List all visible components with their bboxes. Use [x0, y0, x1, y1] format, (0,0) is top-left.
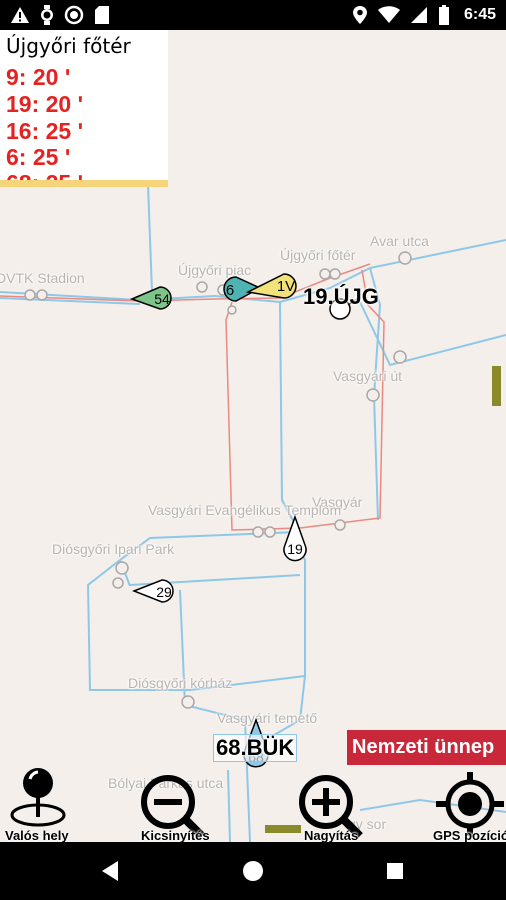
departure-item: 9: 20 ʹ [6, 64, 71, 90]
map-label-vasgyari-evangelikus: Vasgyári Evangélikus Templom [148, 502, 342, 518]
departure-item: 19: 20 ʹ [6, 91, 84, 117]
battery-icon [438, 5, 449, 25]
sd-card-icon [95, 6, 109, 24]
vehicle-19-marker[interactable]: 19 [280, 515, 310, 563]
recents-icon[interactable] [355, 842, 435, 900]
departure-item: 6: 25 ʹ [6, 144, 71, 170]
map-label-dvtk-stadion: DVTK Stadion [0, 270, 85, 286]
signal-icon [410, 7, 427, 23]
back-icon[interactable] [70, 842, 150, 900]
map-marker-olive [492, 366, 501, 406]
zoom-out-button[interactable]: Kicsinyítés [141, 828, 210, 843]
map-label-diosgyori-korhaz: Diósgyőri kórház [128, 675, 233, 691]
vehicle-6-label: 6 [226, 282, 234, 299]
vehicle-label-19-ujg: 19.ÚJG [303, 284, 379, 309]
watch-icon [41, 5, 53, 25]
vehicle-54-label: 54 [154, 291, 170, 307]
location-icon [352, 6, 367, 24]
status-right-icons: 6:45 [352, 5, 496, 25]
navigation-bar [0, 842, 506, 900]
gps-position-button[interactable]: GPS pozíció [433, 828, 506, 843]
zoom-in-button[interactable]: Nagyítás [304, 828, 358, 843]
home-icon[interactable] [213, 842, 293, 900]
circle-icon [64, 5, 84, 25]
real-location-button[interactable]: Valós hely [5, 828, 69, 843]
vehicle-54-marker[interactable]: 54 [130, 283, 176, 313]
vehicle-29-marker[interactable]: 29 [132, 576, 178, 606]
vehicle-1v-label: 1V [277, 278, 295, 295]
map-label-vasgyari-ut: Vasgyári út [333, 368, 402, 384]
map-label-avar-utca: Avar utca [370, 233, 429, 249]
map-label-diosgyori-ipari-park: Diósgyőri Ipari Park [52, 541, 175, 557]
map-label-ujgyori-foter: Újgyőri főtér [280, 247, 356, 263]
departures-panel[interactable]: Újgyőri főtér 9: 20 ʹ 19: 20 ʹ 16: 25 ʹ … [0, 30, 168, 187]
vehicle-1v-marker[interactable]: 1V [246, 270, 302, 302]
departure-item: 16: 25 ʹ [6, 118, 84, 144]
clock: 6:45 [463, 6, 496, 23]
vehicle-29-label: 29 [156, 584, 172, 600]
wifi-icon [377, 6, 400, 23]
vehicle-19-label: 19 [287, 541, 303, 557]
real-location-icon[interactable] [8, 765, 68, 833]
holiday-banner[interactable]: Nemzeti ünnep [347, 730, 506, 765]
warning-icon [11, 7, 29, 23]
vehicle-label-68-buk: 68.BÜK [213, 734, 298, 762]
panel-scroll-indicator [0, 180, 168, 187]
stop-name: Újgyőri főtér [6, 34, 131, 58]
status-bar: 6:45 [0, 0, 506, 30]
status-left-icons [10, 5, 110, 25]
